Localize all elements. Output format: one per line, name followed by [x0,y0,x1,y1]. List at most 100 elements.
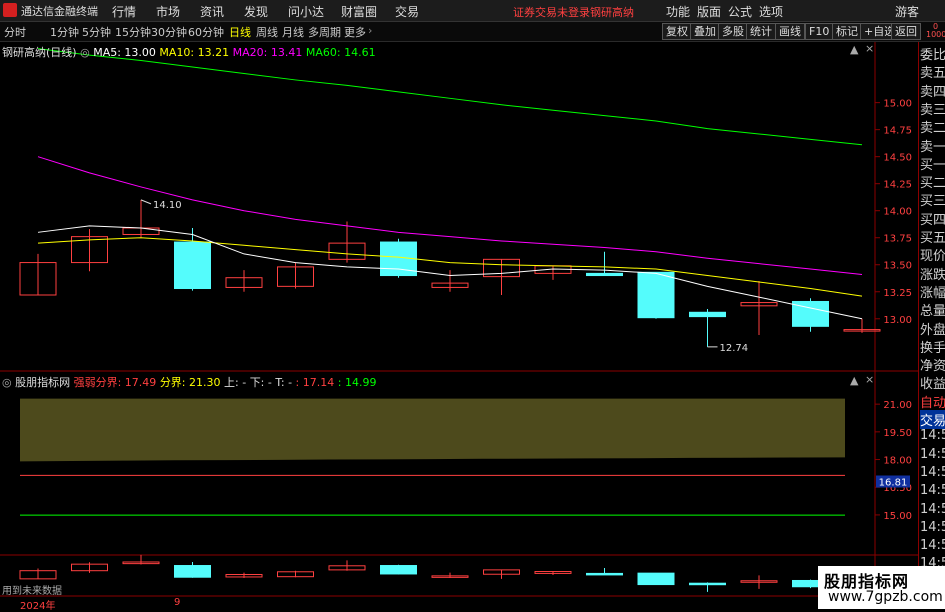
quote-panel-item: 买三 [920,194,945,210]
period-more[interactable]: 更多 [344,24,366,40]
ma60-label: MA60: 14.61 [305,46,376,59]
f10-button[interactable]: F10 [805,23,834,40]
period-5min[interactable]: 5分钟 [82,24,111,40]
menu-guest[interactable]: 游客 [895,3,919,20]
high-label: 14.10 [153,200,182,211]
menu-layout[interactable]: 版面 [697,3,721,20]
quote-panel-item: 外盘 [920,322,945,338]
period-weekly[interactable]: 周线 [256,24,278,40]
menu-wealth[interactable]: 财富圈 [341,3,377,20]
chevron-right-icon[interactable]: › [368,24,372,37]
quote-panel-item: 换手 [920,340,945,356]
quote-panel-item: 委比 [920,48,945,63]
main-legend: 钢研高纳(日线) ◎ MA5: 13.00 MA10: 13.21 MA20: … [2,44,376,60]
back-button[interactable]: 返回 [891,23,921,40]
gear-icon[interactable]: ◎ [80,46,90,59]
date-stamp-text: 0 1000 [926,22,945,39]
price-tick-label: 14.50 [883,153,912,164]
quote-panel-item: 卖五 [920,66,945,82]
menu-quotes[interactable]: 行情 [112,3,136,20]
period-60min[interactable]: 60分钟 [188,24,224,40]
ma20-line [37,156,863,275]
menu-discover[interactable]: 发现 [244,3,268,20]
menu-options[interactable]: 选项 [759,3,783,20]
price-tick-label: 13.00 [883,315,912,326]
quote-panel-item[interactable]: 14:56 [920,502,945,517]
candle-body [586,272,623,277]
gear-icon[interactable]: ◎ [2,376,12,389]
quote-panel-item: 收益 [920,377,945,393]
candle-body [174,241,211,290]
quote-panel-item: 涨幅 [920,285,945,301]
price-tick-label: 13.25 [883,288,912,299]
overlay-button[interactable]: 叠加 [690,23,720,40]
menu-market[interactable]: 市场 [156,3,180,20]
indicator-field-4: 下: - [249,376,272,389]
price-axis: 15.00 14.75 14.50 14.25 14.00 13.75 13.50 13.25… [875,99,912,522]
login-warning[interactable]: 证券交易未登录 [513,4,590,20]
mini-candle [637,572,675,586]
period-daily[interactable]: 日线 [229,24,251,40]
quote-panel-item: 总量 [920,304,945,320]
expand-icon[interactable]: ▲ [850,43,858,56]
mini-candle [586,572,623,576]
quote-panel-item: 买一 [920,157,945,173]
mini-candle [174,565,211,578]
period-1min[interactable]: 1分钟 [50,24,79,40]
quote-panel-item[interactable]: 14:56 [920,520,945,535]
menu-formula[interactable]: 公式 [728,3,752,20]
menu-function[interactable]: 功能 [666,3,690,20]
indicator-field-7: : 14.99 [337,376,377,389]
adjust-button[interactable]: 复权 [662,23,692,40]
quote-panel-item[interactable]: 14:56 [920,483,945,498]
quote-panel-item[interactable]: 14:56 [920,447,945,462]
menu-news[interactable]: 资讯 [200,3,224,20]
mini-candle [380,565,417,575]
period-30min[interactable]: 30分钟 [151,24,187,40]
close-icon[interactable]: × [865,373,874,386]
current-value: 16.81 [879,478,908,489]
stats-button[interactable]: 统计 [746,23,776,40]
ma60-line [37,48,863,146]
indicator-tick-label: 21.00 [883,400,912,411]
quote-panel-item[interactable]: 14:56 [920,428,945,443]
multi-stock-button[interactable]: 多股 [718,23,748,40]
year-label: 2024年 [20,601,56,612]
menu-xiaoda[interactable]: 问小达 [288,3,324,20]
period-intraday[interactable]: 分时 [4,24,26,40]
expand-icon[interactable]: ▲ [850,374,858,387]
price-tick-label: 14.25 [883,180,912,191]
draw-button[interactable]: 画线 [775,23,805,40]
quote-panel-item: 买五 [920,231,945,246]
menu-trade[interactable]: 交易 [395,3,419,20]
indicator-field-1: 强弱分界: 17.49 [73,376,157,389]
price-tick-label: 15.00 [883,99,912,110]
mark-button[interactable]: 标记 [832,23,862,40]
quote-panel: 委比 卖五 卖四 卖三 卖二 卖一 买一 买二 买三 买四 买五 现价 涨跌 涨幅 总量 外盘 换手 净资 收益 自动… [918,42,945,609]
period-15min[interactable]: 15分钟 [115,24,151,40]
quote-panel-item: 现价 [920,249,945,265]
candle-body [689,311,726,318]
watermark: 股朋指标网 www.7gpzb.com [818,566,945,609]
quote-panel-item[interactable]: 14:56 [920,538,945,553]
quote-panel-item[interactable]: 14:56 [920,465,945,480]
quote-panel-item[interactable]: 自动 [920,392,945,411]
chart-grid [0,42,918,609]
quote-panel-item: 涨跌 [920,267,945,283]
volume-layer [19,554,881,592]
month-label: 9 [174,597,181,608]
indicator-tick-label: 19.50 [883,428,912,439]
quote-panel-item[interactable]: 交易 [920,410,945,429]
price-tick-label: 13.75 [883,234,912,245]
indicator-field-2: 分界: 21.30 [159,376,221,389]
indicator-tick-label: 18.00 [883,456,912,467]
period-monthly[interactable]: 月线 [282,24,304,40]
chart-area: 14.10 12.74 15.00 14.75 14.50 14.25 14.00 13.7… [0,42,918,609]
candle-body [637,271,675,319]
period-multi[interactable]: 多周期 [308,24,341,40]
ma5-label: MA5: 13.00 [93,46,156,59]
indicator-layer [20,398,845,516]
close-icon[interactable]: × [865,42,874,55]
quote-panel-item: 卖二 [920,121,945,137]
indicator-band [20,398,845,462]
